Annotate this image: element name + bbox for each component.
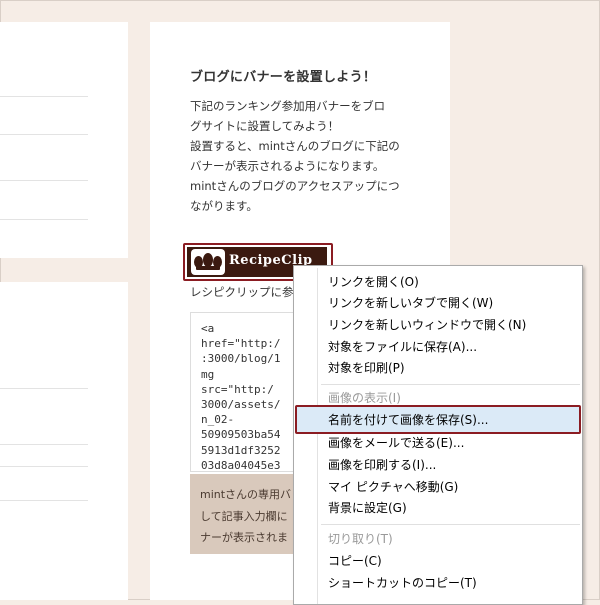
description-line: 設置すると、mintさんのブログに下記の (190, 139, 400, 153)
divider (0, 500, 88, 501)
code-line: 03d8a04045e3 (201, 458, 281, 472)
banner-caption: レシピクリップに参加 (190, 285, 293, 299)
menu-item-open-link[interactable]: リンクを開く(O) (328, 271, 419, 293)
divider (0, 444, 88, 445)
code-line: 5913d1df3252 (201, 443, 281, 457)
menu-separator (321, 384, 580, 385)
code-line: 3000/assets/ (201, 398, 281, 412)
code-line: <a (201, 322, 215, 335)
code-line: 50909503ba54 (201, 428, 281, 442)
description-line: 下記のランキング参加用バナーをブロ (190, 99, 386, 113)
menu-item-cut[interactable]: 切り取り(T) (328, 528, 393, 550)
menu-item-open-link-new-window[interactable]: リンクを新しいウィンドウで開く(N) (328, 314, 526, 336)
description-line: mintさんのブログのアクセスアップにつ (190, 179, 400, 193)
section-heading: ブログにバナーを設置しよう！ (190, 70, 377, 85)
code-line: :3000/blog/1 (201, 352, 281, 366)
description-line: グサイトに設置してみよう！ (190, 119, 340, 133)
menu-item-print-target[interactable]: 対象を印刷(P) (328, 357, 405, 379)
menu-icon-gutter (317, 268, 318, 604)
divider (0, 466, 88, 467)
note-line: して記事入力欄に (200, 510, 288, 523)
menu-item-copy[interactable]: コピー(C) (328, 550, 382, 572)
embed-code-textarea[interactable]: <a href="http:/ :3000/blog/1 mg src="htt… (190, 312, 300, 472)
divider (0, 96, 88, 97)
menu-item-print-image[interactable]: 画像を印刷する(I)... (328, 454, 436, 476)
menu-item-set-as-background[interactable]: 背景に設定(G) (328, 497, 407, 519)
code-line: href="http:/ (201, 337, 281, 351)
code-line: src="http:/ (201, 382, 274, 396)
menu-item-save-target[interactable]: 対象をファイルに保存(A)... (328, 336, 477, 358)
note-line: ナーが表示されま (200, 531, 288, 544)
context-menu: リンクを開く(O) リンクを新しいタブで開く(W) リンクを新しいウィンドウで開… (293, 265, 583, 605)
code-line: mg (201, 367, 215, 381)
menu-item-save-image-as[interactable]: 名前を付けて画像を保存(S)... (328, 409, 488, 431)
menu-separator (321, 524, 580, 525)
left-sidebar-card-lower (0, 282, 128, 600)
menu-item-email-image[interactable]: 画像をメールで送る(E)... (328, 432, 464, 454)
menu-item-copy-shortcut[interactable]: ショートカットのコピー(T) (328, 572, 477, 594)
left-sidebar-card (0, 22, 128, 258)
menu-item-open-link-new-tab[interactable]: リンクを新しいタブで開く(W) (328, 292, 493, 314)
note-line: mintさんの専用バ (200, 488, 292, 501)
description-line: バナーが表示されるようになります。 (190, 159, 385, 173)
description: 下記のランキング参加用バナーをブロ グサイトに設置してみよう！ 設置すると、mi… (190, 96, 412, 216)
divider (0, 180, 88, 181)
description-line: ながります。 (190, 199, 258, 213)
divider (0, 219, 88, 220)
code-line: n_02- (201, 413, 235, 427)
divider (0, 388, 88, 389)
divider (0, 134, 88, 135)
menu-item-go-to-my-pictures[interactable]: マイ ピクチャへ移動(G) (328, 476, 458, 498)
usage-note: mintさんの専用バ して記事入力欄に ナーが表示されま (190, 474, 300, 554)
